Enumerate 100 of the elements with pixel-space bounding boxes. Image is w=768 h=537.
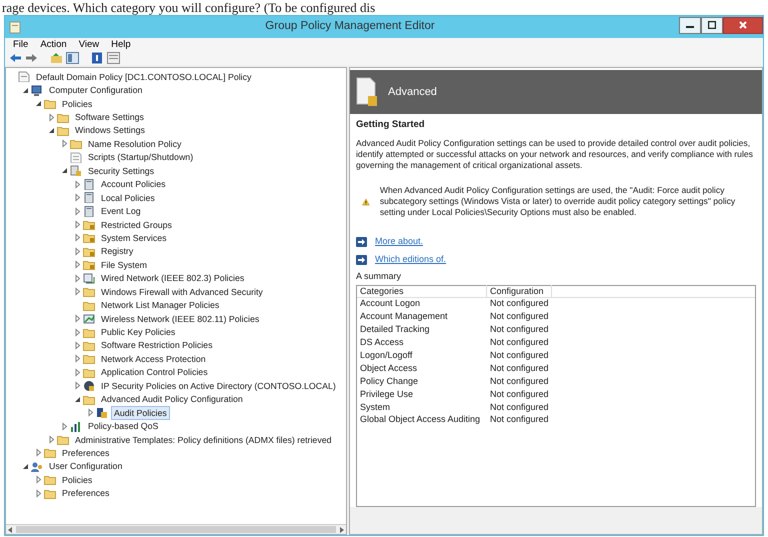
tree-item[interactable]: File System <box>98 258 150 272</box>
help-link[interactable]: Which editions of. <box>375 253 446 266</box>
tree-item[interactable]: Policy-based QoS <box>85 419 162 434</box>
lock-book-icon <box>96 407 108 418</box>
expand-arrow-icon[interactable] <box>73 287 83 296</box>
bar-chart-icon <box>70 420 82 432</box>
tree-item[interactable]: Policies <box>59 472 96 487</box>
expand-arrow-icon[interactable] <box>73 314 83 324</box>
back-button[interactable] <box>9 52 22 64</box>
tree-item[interactable]: Restricted Groups <box>98 218 175 232</box>
tree-item[interactable]: Application Control Policies <box>98 365 211 380</box>
menu-item[interactable]: View <box>78 38 100 50</box>
tree-item[interactable]: Windows Settings <box>72 123 148 138</box>
expand-arrow-icon[interactable] <box>73 246 83 256</box>
tree-item[interactable]: IP Security Policies on Active Directory (CONTOSO.LOCAL) <box>98 378 339 393</box>
pane-toggle-button[interactable] <box>66 52 79 64</box>
table-cell-text: System <box>359 400 392 414</box>
tree-item[interactable]: Computer Configuration <box>46 83 146 98</box>
arrow-icon <box>356 236 367 247</box>
help-button[interactable] <box>91 52 104 64</box>
menu-item[interactable]: Action <box>40 38 67 50</box>
collapse-arrow-icon[interactable] <box>73 394 83 404</box>
scroll-right-icon <box>338 526 346 534</box>
expand-arrow-icon[interactable] <box>34 448 44 458</box>
tree-item[interactable]: Public Key Policies <box>98 325 178 340</box>
collapse-arrow-icon[interactable] <box>21 462 31 471</box>
column-header[interactable]: Categories <box>357 285 487 298</box>
question-text: rage devices. Which category you will configure? (To be configured dis <box>1 0 376 15</box>
table-cell-text: Not configured <box>489 374 550 388</box>
close-button[interactable] <box>723 16 763 34</box>
expand-arrow-icon[interactable] <box>73 274 83 283</box>
expand-arrow-icon[interactable] <box>73 354 83 364</box>
tree-item[interactable]: Security Settings <box>85 164 158 178</box>
section-heading: Getting Started <box>356 118 426 132</box>
tree-item[interactable]: User Configuration <box>46 459 126 474</box>
expand-arrow-icon[interactable] <box>34 488 44 498</box>
table-cell-text: Policy Change <box>359 374 420 388</box>
forward-icon <box>25 52 38 64</box>
expand-arrow-icon[interactable] <box>73 180 83 189</box>
help-link[interactable]: More about. <box>375 235 424 248</box>
tree-item[interactable]: Administrative Templates: Policy definitions (ADMX files) retrieved <box>72 432 335 447</box>
expand-arrow-icon[interactable] <box>73 340 83 350</box>
table-cell-text: Account Management <box>359 310 449 324</box>
expand-arrow-icon[interactable] <box>73 206 83 216</box>
tree-item[interactable]: Network Access Protection <box>98 352 209 366</box>
lock-globe-icon <box>83 380 95 392</box>
scroll-left-icon <box>6 526 14 534</box>
expand-arrow-icon[interactable] <box>73 220 83 230</box>
tree-item[interactable]: Software Restriction Policies <box>98 338 216 352</box>
restore-button[interactable] <box>701 16 723 34</box>
warning-text: When Advanced Audit Policy Configuration settings are used, the "Audit: Force audit policy subcategory settings (Windows Vista or later) to override audit policy category settings" policy setting under Local Policies\Security Options must also be enabled. <box>380 185 736 218</box>
column-header[interactable]: Configuration <box>487 285 552 298</box>
table-cell-text: Logon/Logoff <box>359 349 414 362</box>
expand-arrow-icon[interactable] <box>60 422 70 431</box>
tree-item[interactable]: Account Policies <box>98 177 169 192</box>
menu-item[interactable]: Help <box>111 38 131 50</box>
tree-item[interactable]: Audit Policies <box>111 406 170 420</box>
tree-item[interactable]: Preferences <box>59 446 112 460</box>
lock-document-icon <box>70 165 82 176</box>
menu-item[interactable]: File <box>13 38 28 50</box>
tree-item[interactable]: Windows Firewall with Advanced Security <box>98 284 266 299</box>
tree-item[interactable]: Scripts (Startup/Shutdown) <box>85 150 196 164</box>
tree-item[interactable]: Preferences <box>59 486 112 500</box>
collapse-arrow-icon[interactable] <box>21 86 31 95</box>
app-icon <box>9 20 21 34</box>
expand-arrow-icon[interactable] <box>73 193 83 202</box>
summary-label: A summary <box>356 270 402 284</box>
expand-arrow-icon[interactable] <box>73 381 83 390</box>
tree-item[interactable]: Event Log <box>98 204 144 218</box>
tree-item[interactable]: Policies <box>59 96 96 111</box>
table-cell-text: Privilege Use <box>359 388 414 401</box>
expand-arrow-icon[interactable] <box>73 328 83 337</box>
expand-arrow-icon[interactable] <box>73 233 83 242</box>
tree-item[interactable]: Wireless Network (IEEE 802.11) Policies <box>98 312 262 326</box>
collapse-arrow-icon[interactable] <box>47 126 57 135</box>
folder-icon <box>57 434 69 446</box>
tree-item[interactable]: Network List Manager Policies <box>98 298 222 312</box>
expand-arrow-icon[interactable] <box>86 408 96 418</box>
expand-arrow-icon[interactable] <box>60 139 70 148</box>
tree-item[interactable]: Advanced Audit Policy Configuration <box>98 392 246 406</box>
folder-icon <box>83 366 95 378</box>
tree-item[interactable]: Default Domain Policy [DC1.CONTOSO.LOCAL] Policy <box>33 70 254 84</box>
horizontal-scrollbar[interactable] <box>6 524 346 534</box>
tree-item[interactable]: Name Resolution Policy <box>85 136 184 151</box>
tree-item[interactable]: Registry <box>98 244 136 258</box>
expand-arrow-icon[interactable] <box>73 368 83 377</box>
collapse-arrow-icon[interactable] <box>34 99 44 108</box>
forward-button[interactable] <box>25 52 38 64</box>
tree-item[interactable]: Local Policies <box>98 190 158 205</box>
minimize-button[interactable] <box>679 16 701 34</box>
table-cell-text: Not configured <box>489 388 550 401</box>
tree-item[interactable]: System Services <box>98 230 170 245</box>
tree-item[interactable]: Wired Network (IEEE 802.3) Policies <box>98 271 248 286</box>
folder-up-button[interactable] <box>50 52 63 64</box>
expand-arrow-icon[interactable] <box>34 475 44 484</box>
collapse-arrow-icon[interactable] <box>60 166 70 176</box>
expand-arrow-icon[interactable] <box>73 260 83 270</box>
expand-arrow-icon[interactable] <box>47 435 57 444</box>
properties-button[interactable] <box>107 52 120 64</box>
tree-item[interactable]: Software Settings <box>72 110 147 124</box>
